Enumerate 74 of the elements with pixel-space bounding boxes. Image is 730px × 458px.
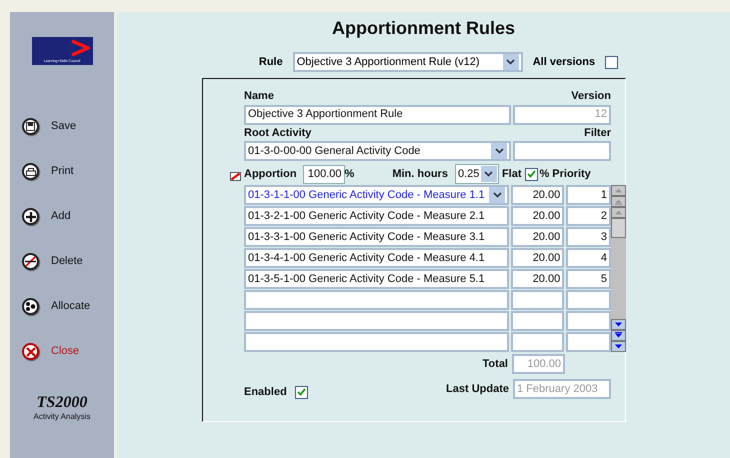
flat-field[interactable]: 20.00 bbox=[511, 269, 564, 289]
activity-field[interactable]: 01-3-4-1-00 Generic Activity Code - Measure 4.1 bbox=[244, 248, 510, 268]
last-update-field: 1 February 2003 bbox=[513, 379, 611, 400]
sidebar-button[interactable]: Allocate bbox=[22, 297, 114, 316]
flat-field[interactable] bbox=[511, 311, 564, 331]
root-activity-label: Root Activity bbox=[244, 126, 312, 140]
version-field: 12 bbox=[513, 104, 611, 124]
sidebar-button[interactable]: Delete bbox=[22, 252, 114, 271]
min-hours-label: Min. hours bbox=[392, 166, 448, 182]
priority-field[interactable]: 1 bbox=[566, 185, 611, 205]
name-field[interactable]: Objective 3 Apportionment Rule bbox=[244, 104, 511, 124]
priority-field[interactable] bbox=[566, 311, 611, 331]
flat-field[interactable]: 20.00 bbox=[511, 227, 564, 247]
add-icon bbox=[22, 208, 39, 225]
activity-dropdown[interactable]: 01-3-1-1-00 Generic Activity Code - Measure 1.1 bbox=[244, 185, 510, 205]
priority-field[interactable] bbox=[566, 290, 611, 310]
scroll-thumb[interactable] bbox=[611, 218, 626, 238]
sidebar-button[interactable]: Print bbox=[22, 162, 114, 181]
apportion-field[interactable]: 100.00 bbox=[302, 164, 345, 184]
priority-label: Priority bbox=[552, 166, 591, 182]
checkbox[interactable] bbox=[605, 56, 618, 68]
scroll-top-button[interactable] bbox=[611, 196, 626, 207]
close-icon bbox=[22, 343, 39, 360]
flat-field[interactable]: 20.00 bbox=[511, 248, 564, 268]
activity-field[interactable] bbox=[244, 332, 510, 352]
page-title: Apportionment Rules bbox=[332, 17, 515, 40]
flat-label: Flat bbox=[502, 166, 522, 182]
enabled-checkbox[interactable] bbox=[294, 386, 308, 399]
print-icon bbox=[22, 163, 39, 180]
priority-field[interactable]: 2 bbox=[566, 206, 611, 226]
flat-field[interactable]: 20.00 bbox=[511, 185, 564, 205]
dots-icon bbox=[22, 298, 39, 315]
scroll-down-button[interactable] bbox=[611, 341, 626, 352]
name-label: Name bbox=[244, 89, 274, 104]
percent-sign: % bbox=[344, 166, 354, 182]
all-versions-label: All versions bbox=[532, 54, 596, 70]
page-up-button[interactable] bbox=[611, 207, 626, 218]
total-label: Total bbox=[482, 356, 508, 372]
flat-field[interactable] bbox=[511, 290, 564, 310]
activity-field[interactable] bbox=[244, 290, 510, 310]
product-name: TS2000 bbox=[36, 395, 88, 411]
version-label: Version bbox=[571, 89, 611, 104]
activity-field[interactable]: 01-3-5-1-00 Generic Activity Code - Measure 5.1 bbox=[244, 269, 510, 289]
pencil-icon[interactable] bbox=[230, 172, 241, 180]
priority-field[interactable] bbox=[566, 332, 611, 352]
rule-label: Rule bbox=[258, 54, 283, 70]
activity-field[interactable]: 01-3-3-1-00 Generic Activity Code - Measure 3.1 bbox=[244, 227, 510, 247]
priority-field[interactable]: 5 bbox=[566, 269, 611, 289]
scroll-bottom-button[interactable] bbox=[611, 330, 626, 341]
priority-field[interactable]: 4 bbox=[566, 248, 611, 268]
root-activity-dropdown[interactable]: 01-3-0-00-00 General Activity Code bbox=[244, 141, 511, 161]
priority-field[interactable]: 3 bbox=[566, 227, 611, 247]
sidebar-button[interactable]: Save bbox=[22, 117, 114, 136]
product-subtitle: Activity Analysis bbox=[34, 411, 90, 423]
no-entry-icon bbox=[22, 253, 39, 270]
filter-field[interactable] bbox=[513, 141, 611, 161]
flat-checkbox[interactable] bbox=[524, 168, 538, 180]
flat-field[interactable]: 20.00 bbox=[511, 206, 564, 226]
last-update-label: Last Update bbox=[446, 382, 509, 397]
rule-dropdown[interactable]: Objective 3 Apportionment Rule (v12) bbox=[292, 52, 523, 72]
scrollbar[interactable] bbox=[611, 185, 626, 352]
flat-field[interactable] bbox=[511, 332, 564, 352]
apportion-label: Apportion bbox=[244, 166, 297, 182]
enabled-label: Enabled bbox=[244, 385, 287, 400]
activity-field[interactable] bbox=[244, 311, 510, 331]
filter-label: Filter bbox=[584, 126, 611, 140]
min-hours-dropdown[interactable]: 0.25 bbox=[454, 164, 499, 184]
page-down-button[interactable] bbox=[611, 319, 626, 330]
percent-label: % bbox=[540, 166, 550, 182]
total-field: 100.00 bbox=[512, 354, 565, 374]
activity-field[interactable]: 01-3-2-1-00 Generic Activity Code - Measure 2.1 bbox=[244, 206, 510, 226]
scroll-up-button[interactable] bbox=[611, 185, 626, 196]
save-icon bbox=[22, 118, 39, 135]
sidebar-button[interactable]: Add bbox=[22, 207, 114, 226]
